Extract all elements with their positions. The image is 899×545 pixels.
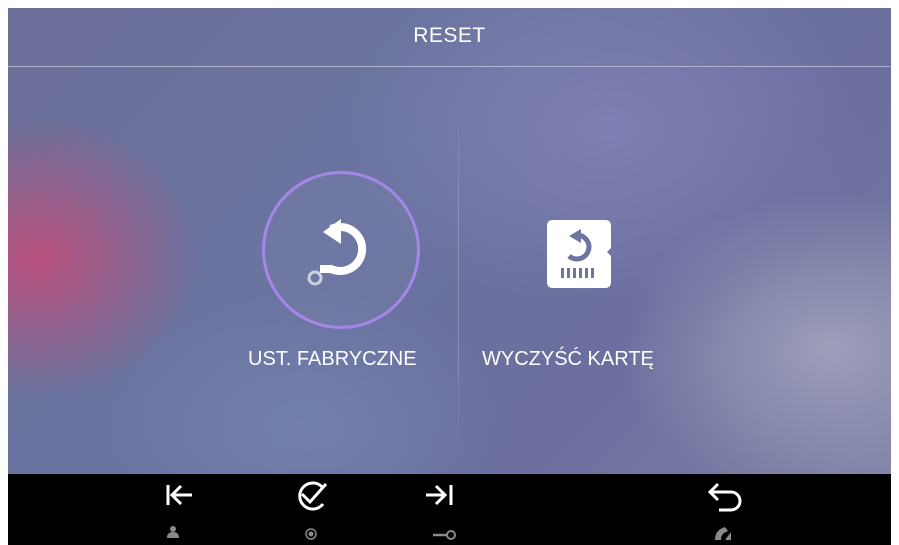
clear-card-option[interactable]: WYCZYŚĆ KARTĘ bbox=[468, 170, 718, 390]
record-dot-icon bbox=[305, 528, 317, 540]
key-icon bbox=[433, 530, 456, 540]
back-arrow-icon bbox=[707, 482, 742, 512]
clear-card-label: WYCZYŚĆ KARTĘ bbox=[482, 348, 654, 370]
handset-icon bbox=[715, 527, 731, 540]
key-back[interactable] bbox=[687, 474, 757, 545]
factory-reset-icon bbox=[307, 219, 367, 286]
arrow-left-to-bar-icon bbox=[166, 484, 192, 506]
reset-screen: RESET UST. FABRYCZNE WYCZYŚĆ KARTĘ bbox=[8, 8, 891, 474]
page-title: RESET bbox=[413, 24, 486, 47]
key-confirm[interactable] bbox=[276, 474, 346, 545]
selection-ring bbox=[262, 171, 420, 329]
person-icon bbox=[167, 526, 179, 538]
key-right[interactable] bbox=[408, 474, 478, 545]
title-bar: RESET bbox=[8, 8, 891, 67]
factory-reset-label: UST. FABRYCZNE bbox=[248, 348, 417, 370]
arrow-right-to-bar-icon bbox=[426, 484, 453, 506]
bottom-key-bar bbox=[8, 474, 891, 545]
factory-reset-option[interactable]: UST. FABRYCZNE bbox=[208, 170, 458, 390]
key-left[interactable] bbox=[138, 474, 208, 545]
clear-card-icon bbox=[543, 218, 615, 295]
options-divider bbox=[458, 108, 459, 448]
check-circle-icon bbox=[298, 481, 328, 511]
device-screen: RESET UST. FABRYCZNE WYCZYŚĆ KARTĘ bbox=[8, 8, 891, 545]
